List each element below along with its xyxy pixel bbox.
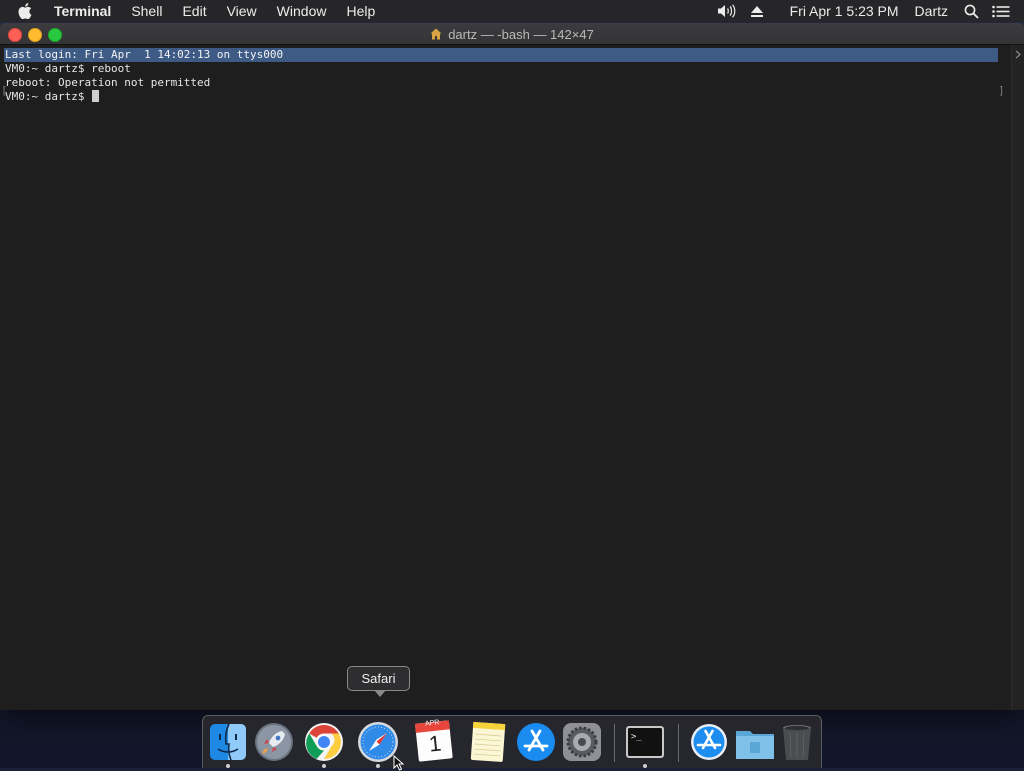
trash-icon [783,725,811,760]
terminal-line-login: Last login: Fri Apr 1 14:02:13 on ttys00… [4,48,998,62]
home-folder-icon [430,28,442,40]
dock-item-terminal[interactable]: >_ [623,720,667,764]
gear-icon [563,723,601,761]
dock-running-indicator [376,764,380,768]
finder-icon [210,723,246,761]
dock-item-trash[interactable] [775,720,819,764]
menu-edit[interactable]: Edit [172,0,216,22]
volume-icon[interactable] [716,0,738,22]
dock-item-calendar[interactable]: APR 1 [412,719,456,764]
dock-running-indicator [643,764,647,768]
terminal-window: dartz — -bash — 142×47 Last login: Fri A… [0,23,1024,710]
menu-app-terminal[interactable]: Terminal [54,0,121,22]
menu-window[interactable]: Window [267,0,337,22]
terminal-line-output: reboot: Operation not permitted [5,76,211,89]
downloads-folder-icon [691,724,727,760]
folder-icon [736,731,774,759]
notes-icon [470,721,506,762]
mark-bracket-right: ] [998,84,1005,97]
dock-item-finder[interactable] [206,720,250,764]
app-store-icon [517,723,555,761]
svg-text:>_: >_ [631,732,642,742]
terminal-icon: >_ [626,726,664,758]
terminal-line-command: VM0:~ dartz$ reboot [5,62,131,75]
calendar-day: 1 [427,730,443,757]
menu-view[interactable]: View [217,0,267,22]
window-titlebar[interactable]: dartz — -bash — 142×47 [0,23,1024,45]
dock-item-launchpad[interactable] [252,720,296,764]
menu-help[interactable]: Help [336,0,385,22]
terminal-prompt: VM0:~ dartz$ [5,90,92,103]
rocket-icon [255,723,293,761]
menu-shell[interactable]: Shell [121,0,172,22]
search-icon[interactable] [960,0,982,22]
terminal-prompt-line[interactable]: VM0:~ dartz$ [5,90,100,104]
text-cursor [92,90,100,102]
dock-item-documents[interactable] [733,720,777,764]
apple-icon[interactable] [18,2,34,20]
dock-running-indicator [226,764,230,768]
dock-separator [614,724,615,762]
dock-tooltip: Safari [347,666,410,697]
menubar-clock[interactable]: Fri Apr 1 5:23 PM [782,0,907,22]
dock-running-indicator [322,764,326,768]
window-title-text: dartz — -bash — 142×47 [448,26,594,42]
eject-icon[interactable] [746,0,768,22]
menu-bar: Terminal Shell Edit View Window Help Fri… [0,0,1024,22]
menubar-user[interactable]: Dartz [907,0,956,22]
dock-item-downloads[interactable] [687,720,731,764]
window-title: dartz — -bash — 142×47 [0,23,1024,45]
chevron-right-icon [1015,50,1021,61]
dock-item-system-preferences[interactable] [560,720,604,764]
dock-item-notes[interactable] [466,720,510,764]
chrome-icon [305,723,343,761]
dock-item-app-store[interactable] [514,720,558,764]
dock: APR 1 >_ [202,715,822,768]
calendar-month: APR [424,719,440,728]
dock-separator [678,724,679,762]
mouse-pointer-icon [393,755,405,771]
list-icon[interactable] [990,0,1012,22]
scrollbar-track[interactable] [1011,45,1024,710]
dock-tooltip-text: Safari [361,671,396,686]
dock-item-chrome[interactable] [302,720,346,764]
terminal-content[interactable]: Last login: Fri Apr 1 14:02:13 on ttys00… [0,45,1012,710]
